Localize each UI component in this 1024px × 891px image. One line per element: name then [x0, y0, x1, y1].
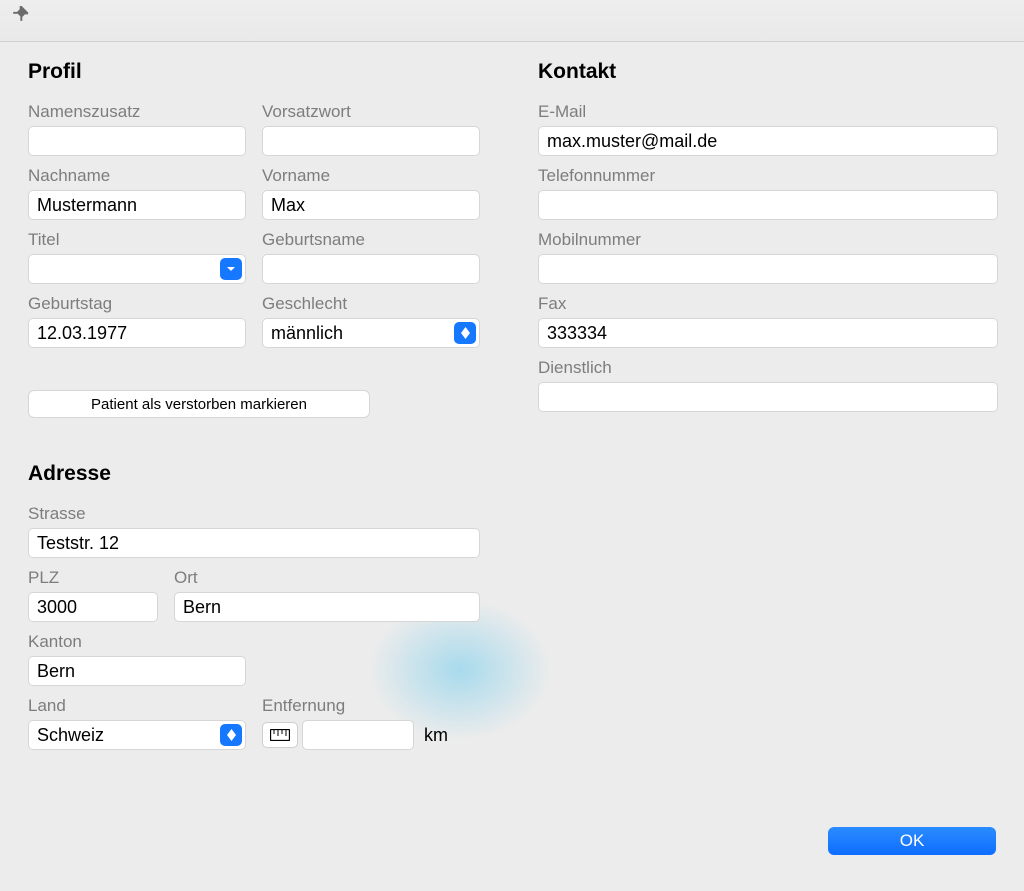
nachname-label: Nachname	[28, 166, 246, 186]
kanton-input[interactable]	[28, 656, 246, 686]
namenszusatz-input[interactable]	[28, 126, 246, 156]
vorsatzwort-input[interactable]	[262, 126, 480, 156]
plz-label: PLZ	[28, 568, 158, 588]
mark-deceased-button[interactable]: Patient als verstorben markieren	[28, 390, 370, 418]
chevron-down-icon	[220, 258, 242, 280]
vorsatzwort-label: Vorsatzwort	[262, 102, 480, 122]
kontakt-heading: Kontakt	[538, 60, 998, 84]
telefon-input[interactable]	[538, 190, 998, 220]
email-input[interactable]	[538, 126, 998, 156]
geburtsname-input[interactable]	[262, 254, 480, 284]
entfernung-label: Entfernung	[262, 696, 448, 716]
land-value: Schweiz	[37, 725, 104, 746]
vorname-label: Vorname	[262, 166, 480, 186]
vorname-input[interactable]	[262, 190, 480, 220]
titel-select[interactable]	[28, 254, 246, 284]
geschlecht-select[interactable]: männlich	[262, 318, 480, 348]
geburtsname-label: Geburtsname	[262, 230, 480, 250]
namenszusatz-label: Namenszusatz	[28, 102, 246, 122]
mobil-label: Mobilnummer	[538, 230, 998, 250]
land-label: Land	[28, 696, 246, 716]
entfernung-input[interactable]	[302, 720, 414, 750]
entfernung-unit: km	[424, 725, 448, 746]
geburtstag-input[interactable]	[28, 318, 246, 348]
plz-input[interactable]	[28, 592, 158, 622]
mobil-input[interactable]	[538, 254, 998, 284]
land-select[interactable]: Schweiz	[28, 720, 246, 750]
dienstlich-input[interactable]	[538, 382, 998, 412]
ort-label: Ort	[174, 568, 480, 588]
geburtstag-label: Geburtstag	[28, 294, 246, 314]
geschlecht-label: Geschlecht	[262, 294, 480, 314]
kanton-label: Kanton	[28, 632, 246, 652]
titel-label: Titel	[28, 230, 246, 250]
adresse-heading: Adresse	[28, 462, 480, 486]
ort-input[interactable]	[174, 592, 480, 622]
geschlecht-value: männlich	[271, 323, 343, 344]
fax-label: Fax	[538, 294, 998, 314]
strasse-input[interactable]	[28, 528, 480, 558]
ruler-icon[interactable]	[262, 722, 298, 748]
email-label: E-Mail	[538, 102, 998, 122]
fax-input[interactable]	[538, 318, 998, 348]
updown-icon	[454, 322, 476, 344]
telefon-label: Telefonnummer	[538, 166, 998, 186]
pin-icon[interactable]	[10, 6, 32, 33]
strasse-label: Strasse	[28, 504, 480, 524]
nachname-input[interactable]	[28, 190, 246, 220]
profil-heading: Profil	[28, 60, 480, 84]
updown-icon	[220, 724, 242, 746]
ok-button[interactable]: OK	[828, 827, 996, 855]
dienstlich-label: Dienstlich	[538, 358, 998, 378]
